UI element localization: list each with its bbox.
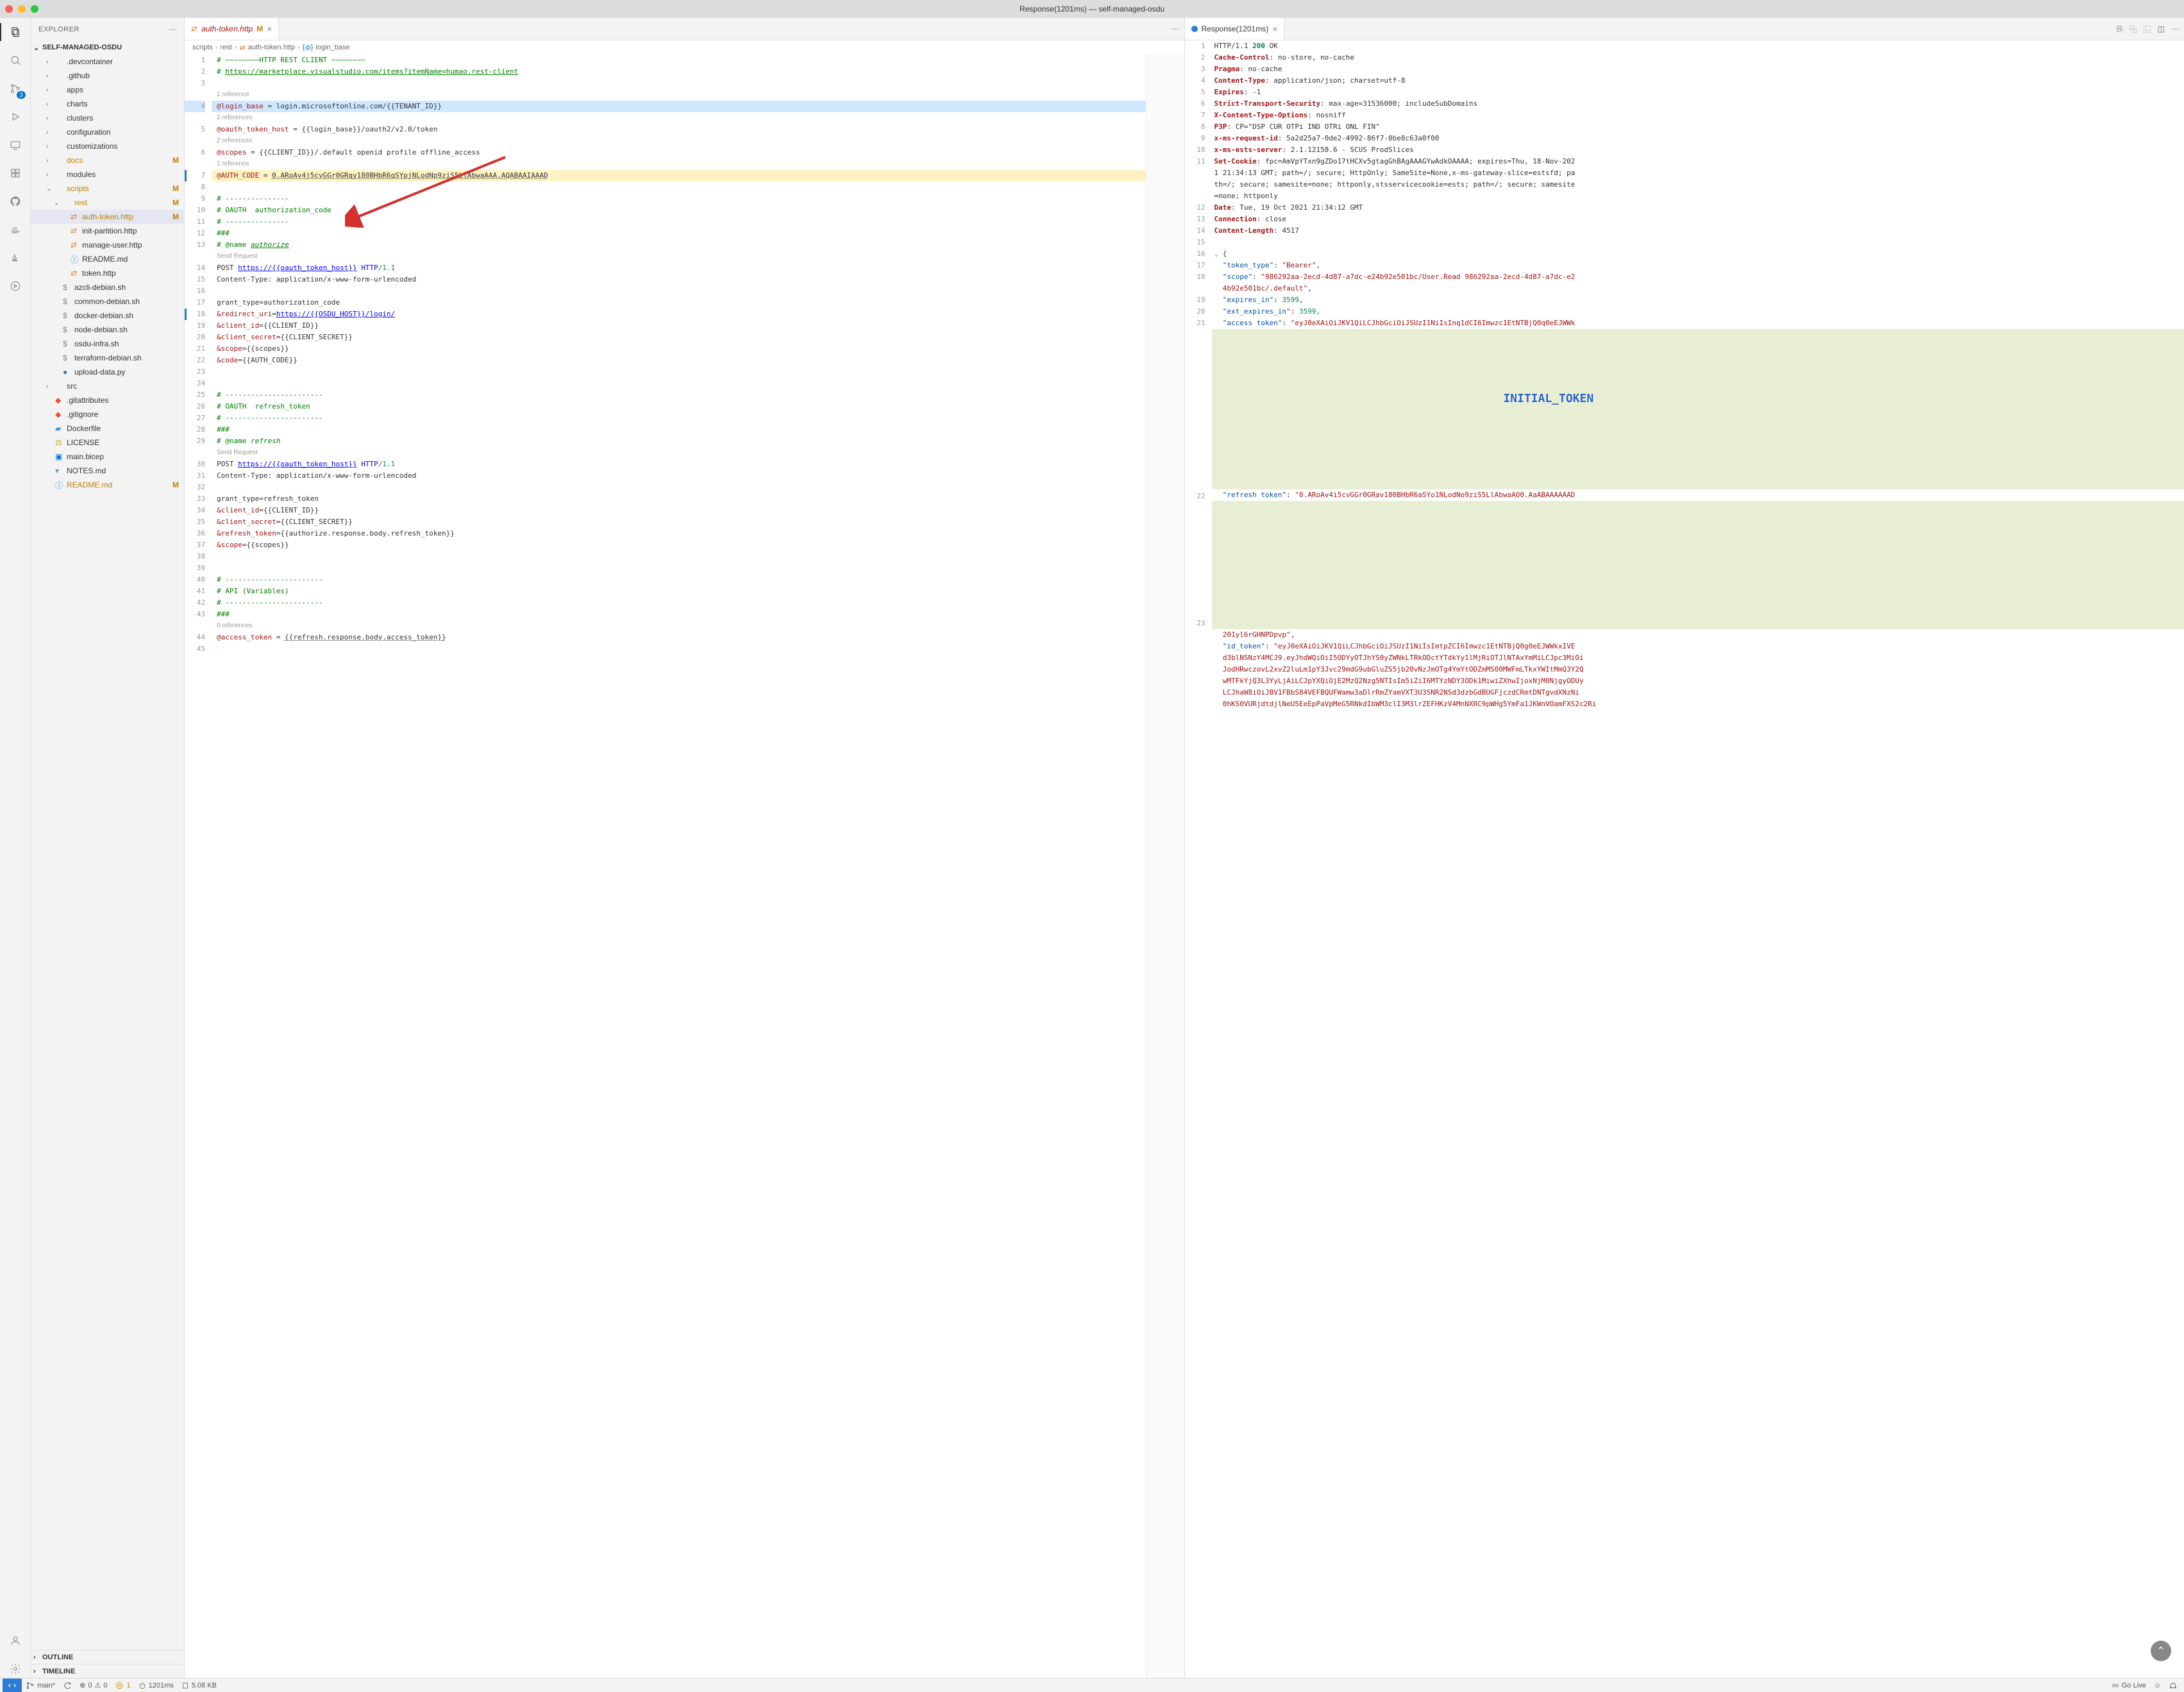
file-LICENSE[interactable]: ⚖LICENSE: [31, 436, 184, 450]
response-viewer[interactable]: 1234567891011 12131415161718 192021 22 2…: [1185, 40, 2184, 1678]
tab-response[interactable]: Response(1201ms) ×: [1185, 18, 1285, 40]
activity-bar: 3: [0, 18, 31, 1678]
file-azcli-debian-sh[interactable]: $azcli-debian.sh: [31, 280, 184, 294]
git-branch[interactable]: main*: [22, 1681, 59, 1690]
save-icon[interactable]: ⎘: [2117, 24, 2123, 34]
file-upload-data-py[interactable]: ●upload-data.py: [31, 365, 184, 379]
file-README-md[interactable]: ⓘREADME.mdM: [31, 478, 184, 492]
left-editor-group: ⇄ auth-token.http M × ⋯ scripts› rest› ⇄…: [185, 18, 1184, 1678]
ports[interactable]: 1: [111, 1681, 134, 1690]
file-token-http[interactable]: ⇄token.http: [31, 266, 184, 280]
folder-charts[interactable]: ›charts: [31, 97, 184, 111]
tab-auth-token[interactable]: ⇄ auth-token.http M ×: [185, 18, 279, 40]
outline-section[interactable]: ›OUTLINE: [31, 1650, 184, 1664]
maximize-window[interactable]: [31, 5, 38, 13]
file-tree[interactable]: ›.devcontainer›.github›apps›charts›clust…: [31, 55, 184, 1650]
notifications-icon[interactable]: [2165, 1681, 2181, 1690]
more-actions-icon[interactable]: ⋯: [1172, 24, 1179, 33]
scm-badge: 3: [17, 91, 25, 99]
remote-explorer-icon[interactable]: [6, 136, 24, 154]
explorer-icon[interactable]: [6, 23, 24, 41]
folder-rest[interactable]: ⌄restM: [31, 196, 184, 210]
folder-customizations[interactable]: ›customizations: [31, 139, 184, 153]
close-window[interactable]: [5, 5, 13, 13]
minimize-window[interactable]: [18, 5, 26, 13]
folder-src[interactable]: ›src: [31, 379, 184, 393]
file-auth-token-http[interactable]: ⇄auth-token.httpM: [31, 210, 184, 224]
file-terraform-debian-sh[interactable]: $terraform-debian.sh: [31, 351, 184, 365]
timeline-section[interactable]: ›TIMELINE: [31, 1664, 184, 1678]
statusbar: main* ⊗0 ⚠0 1 1201ms 5.08 KB Go Live ☺: [0, 1678, 2184, 1692]
window-title: Response(1201ms) — self-managed-osdu: [1020, 4, 1164, 13]
file-docker-debian-sh[interactable]: $docker-debian.sh: [31, 309, 184, 323]
window-controls: [5, 5, 38, 13]
right-tabs: Response(1201ms) × ⎘ ⿻ ⿺ ◫ ⋯: [1185, 18, 2184, 40]
file-node-debian-sh[interactable]: $node-debian.sh: [31, 323, 184, 337]
folder-docs[interactable]: ›docsM: [31, 153, 184, 167]
sync-changes[interactable]: [59, 1681, 76, 1690]
more-actions-icon[interactable]: ⋯: [2171, 24, 2179, 33]
live-share-icon[interactable]: [6, 277, 24, 295]
explorer-header: EXPLORER ⋯: [31, 18, 184, 40]
save-all-icon[interactable]: ⿻: [2129, 24, 2137, 35]
folder--devcontainer[interactable]: ›.devcontainer: [31, 55, 184, 69]
copy-icon[interactable]: ⿺: [2144, 24, 2151, 35]
titlebar: Response(1201ms) — self-managed-osdu: [0, 0, 2184, 18]
search-icon[interactable]: [6, 51, 24, 69]
file-NOTES-md[interactable]: ▾NOTES.md: [31, 464, 184, 478]
split-icon[interactable]: ◫: [2158, 24, 2165, 33]
minimap[interactable]: [1146, 55, 1184, 1678]
file-osdu-infra-sh[interactable]: $osdu-infra.sh: [31, 337, 184, 351]
folder-modules[interactable]: ›modules: [31, 167, 184, 182]
remote-indicator[interactable]: [3, 1679, 22, 1692]
response-time[interactable]: 1201ms: [135, 1682, 178, 1689]
go-live[interactable]: Go Live: [2108, 1682, 2150, 1689]
run-debug-icon[interactable]: [6, 108, 24, 126]
folder-clusters[interactable]: ›clusters: [31, 111, 184, 125]
explorer-sidebar: EXPLORER ⋯ ⌄ SELF-MANAGED-OSDU ›.devcont…: [31, 18, 185, 1678]
accounts-icon[interactable]: [6, 1632, 24, 1650]
close-icon[interactable]: ×: [267, 24, 272, 34]
workspace-name: SELF-MANAGED-OSDU: [42, 44, 122, 51]
folder-configuration[interactable]: ›configuration: [31, 125, 184, 139]
folder-scripts[interactable]: ⌄scriptsM: [31, 182, 184, 196]
docker-whale-icon[interactable]: [6, 221, 24, 239]
file-manage-user-http[interactable]: ⇄manage-user.http: [31, 238, 184, 252]
response-size[interactable]: 5.08 KB: [178, 1682, 221, 1689]
code-editor[interactable]: 123 4 5 6 78910111213 141516171819202122…: [185, 55, 1184, 1678]
github-icon[interactable]: [6, 192, 24, 210]
explorer-title: EXPLORER: [38, 26, 80, 33]
scroll-top-button[interactable]: ⌃: [2151, 1641, 2171, 1661]
problems[interactable]: ⊗0 ⚠0: [76, 1681, 111, 1689]
workspace-header[interactable]: ⌄ SELF-MANAGED-OSDU: [31, 40, 184, 55]
file--gitignore[interactable]: ◆.gitignore: [31, 407, 184, 421]
breadcrumbs[interactable]: scripts› rest› ⇄ auth-token.http› {@} lo…: [185, 40, 1184, 55]
file-common-debian-sh[interactable]: $common-debian.sh: [31, 294, 184, 309]
right-editor-group: Response(1201ms) × ⎘ ⿻ ⿺ ◫ ⋯ 12345678910…: [1185, 18, 2184, 1678]
file-main-bicep[interactable]: ▣main.bicep: [31, 450, 184, 464]
folder-apps[interactable]: ›apps: [31, 83, 184, 97]
file-Dockerfile[interactable]: ▰Dockerfile: [31, 421, 184, 436]
folder--github[interactable]: ›.github: [31, 69, 184, 83]
source-control-icon[interactable]: 3: [6, 80, 24, 97]
extensions-icon[interactable]: [6, 164, 24, 182]
close-icon[interactable]: ×: [1272, 24, 1277, 34]
file-README-md[interactable]: ⓘREADME.md: [31, 252, 184, 266]
file--gitattributes[interactable]: ◆.gitattributes: [31, 393, 184, 407]
left-tabs: ⇄ auth-token.http M × ⋯: [185, 18, 1184, 40]
explorer-more-icon[interactable]: ⋯: [169, 25, 177, 33]
settings-gear-icon[interactable]: [6, 1660, 24, 1678]
feedback-icon[interactable]: ☺: [2150, 1682, 2165, 1689]
azure-icon[interactable]: [6, 249, 24, 267]
file-init-partition-http[interactable]: ⇄init-partition.http: [31, 224, 184, 238]
